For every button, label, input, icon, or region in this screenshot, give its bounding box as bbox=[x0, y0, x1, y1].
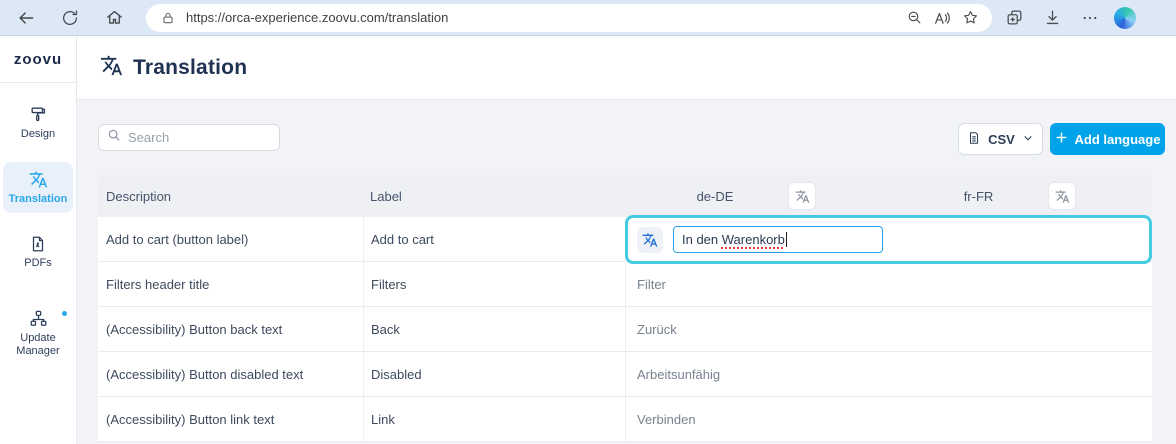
cell-de-value[interactable]: Verbinden bbox=[625, 397, 888, 441]
add-language-button[interactable]: Add language bbox=[1050, 123, 1165, 155]
column-header-de: de-DE bbox=[625, 175, 888, 217]
paint-roller-icon bbox=[29, 105, 48, 124]
table-row: Filters header title Filters Filter bbox=[98, 262, 1152, 307]
cell-description[interactable]: Add to cart (button label) bbox=[98, 217, 363, 261]
sidebar-item-label: Design bbox=[21, 128, 55, 141]
input-text-misspelled: Warenkorb bbox=[722, 232, 785, 247]
cell-label[interactable]: Filters bbox=[363, 262, 625, 306]
sidebar-item-label: PDFs bbox=[24, 257, 52, 270]
sitemap-icon bbox=[29, 309, 48, 328]
column-header-fr: fr-FR bbox=[888, 175, 1152, 217]
sidebar-divider bbox=[0, 82, 77, 83]
cell-fr-value[interactable] bbox=[888, 352, 1152, 396]
browser-window: https://orca-experience.zoovu.com/transl… bbox=[0, 0, 1176, 444]
sidebar-item-pdfs[interactable]: PDFs bbox=[3, 227, 73, 277]
translation-text-input[interactable]: In den Warenkorb bbox=[673, 226, 883, 253]
refresh-icon[interactable] bbox=[55, 3, 85, 33]
read-aloud-icon[interactable] bbox=[928, 5, 956, 31]
column-header-label: Label bbox=[363, 175, 625, 217]
text-cursor bbox=[786, 232, 787, 247]
address-bar[interactable]: https://orca-experience.zoovu.com/transl… bbox=[146, 4, 992, 32]
cell-description[interactable]: Filters header title bbox=[98, 262, 363, 306]
browser-toolbar: https://orca-experience.zoovu.com/transl… bbox=[0, 0, 1176, 36]
page-header: Translation bbox=[77, 36, 1176, 100]
add-language-label: Add language bbox=[1075, 132, 1161, 147]
pdf-document-icon bbox=[29, 235, 47, 253]
zoom-out-icon[interactable] bbox=[900, 5, 928, 31]
copilot-icon[interactable] bbox=[1114, 7, 1136, 29]
cell-de-value[interactable]: Arbeitsunfähig bbox=[625, 352, 888, 396]
sidebar-item-design[interactable]: Design bbox=[3, 97, 73, 148]
column-header-description: Description bbox=[98, 175, 363, 217]
page-body: CSV Add language Description Label bbox=[77, 100, 1176, 444]
csv-file-icon bbox=[967, 131, 981, 148]
translate-cell-button[interactable] bbox=[637, 227, 663, 253]
cell-description[interactable]: (Accessibility) Button back text bbox=[98, 307, 363, 351]
search-input-wrap bbox=[98, 124, 280, 151]
download-icon[interactable] bbox=[1038, 5, 1066, 31]
plus-icon bbox=[1055, 131, 1068, 147]
home-icon[interactable] bbox=[99, 3, 129, 33]
search-input[interactable] bbox=[128, 130, 304, 145]
table-header-row: Description Label de-DE fr-FR bbox=[98, 175, 1152, 217]
sidebar: zoovu Design Translation PDFs bbox=[0, 36, 77, 444]
favorite-star-icon[interactable] bbox=[956, 5, 984, 31]
csv-label: CSV bbox=[988, 132, 1015, 147]
page-title: Translation bbox=[133, 56, 247, 80]
translate-icon bbox=[29, 170, 48, 189]
cell-de-value[interactable]: Zurück bbox=[625, 307, 888, 351]
column-header-de-label: de-DE bbox=[697, 189, 734, 204]
back-icon[interactable] bbox=[11, 3, 41, 33]
notification-dot bbox=[62, 311, 67, 316]
table-row: (Accessibility) Button disabled text Dis… bbox=[98, 352, 1152, 397]
translate-column-de-button[interactable] bbox=[788, 182, 816, 210]
zoovu-logo: zoovu bbox=[14, 51, 62, 68]
translate-column-fr-button[interactable] bbox=[1048, 182, 1076, 210]
cell-description[interactable]: (Accessibility) Button disabled text bbox=[98, 352, 363, 396]
translation-table: Description Label de-DE fr-FR bbox=[98, 175, 1152, 442]
cell-description[interactable]: (Accessibility) Button link text bbox=[98, 397, 363, 441]
cell-label[interactable]: Back bbox=[363, 307, 625, 351]
more-menu-icon[interactable] bbox=[1076, 5, 1104, 31]
input-text: In den bbox=[682, 232, 722, 247]
active-translation-editor: In den Warenkorb bbox=[625, 215, 1152, 264]
table-row: Add to cart (button label) Add to cart I… bbox=[98, 217, 1152, 262]
sidebar-item-label: Update Manager bbox=[8, 332, 68, 358]
sidebar-item-update-manager[interactable]: Update Manager bbox=[3, 301, 73, 365]
cell-label[interactable]: Link bbox=[363, 397, 625, 441]
cell-fr-value[interactable] bbox=[888, 262, 1152, 306]
cell-de-value[interactable]: Filter bbox=[625, 262, 888, 306]
main-content: Translation CSV bbox=[77, 36, 1176, 444]
cell-label[interactable]: Add to cart bbox=[363, 217, 625, 261]
page-root: zoovu Design Translation PDFs bbox=[0, 36, 1176, 444]
chevron-down-icon bbox=[1022, 132, 1034, 147]
translate-title-icon bbox=[100, 54, 123, 82]
cell-fr-value[interactable] bbox=[888, 307, 1152, 351]
csv-export-button[interactable]: CSV bbox=[958, 123, 1043, 155]
cell-label[interactable]: Disabled bbox=[363, 352, 625, 396]
lock-icon[interactable] bbox=[160, 5, 176, 31]
table-row: (Accessibility) Button link text Link Ve… bbox=[98, 397, 1152, 442]
sidebar-item-label: Translation bbox=[9, 193, 68, 206]
sidebar-item-translation[interactable]: Translation bbox=[3, 162, 73, 213]
cell-fr-value[interactable] bbox=[888, 397, 1152, 441]
url-text[interactable]: https://orca-experience.zoovu.com/transl… bbox=[186, 10, 900, 25]
search-icon bbox=[107, 128, 121, 147]
collections-icon[interactable] bbox=[1000, 5, 1028, 31]
table-row: (Accessibility) Button back text Back Zu… bbox=[98, 307, 1152, 352]
column-header-fr-label: fr-FR bbox=[964, 189, 994, 204]
